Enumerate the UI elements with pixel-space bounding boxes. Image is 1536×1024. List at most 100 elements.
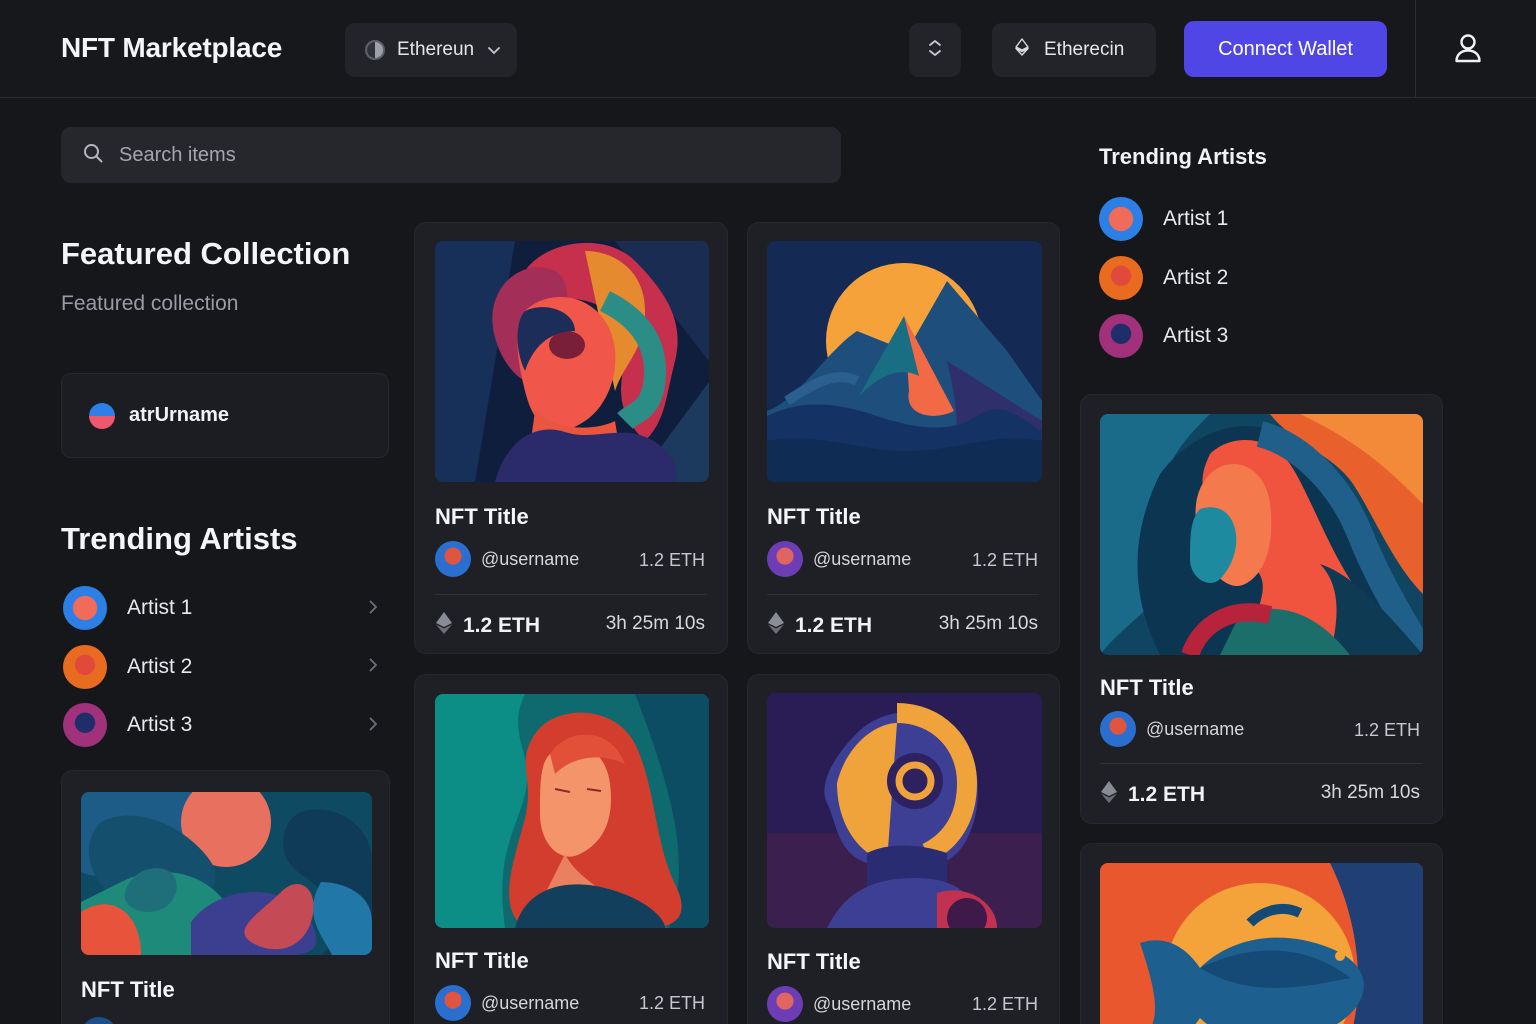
nft-owner[interactable]: @username xyxy=(435,541,579,577)
ethereum-icon xyxy=(435,611,463,641)
search-bar[interactable] xyxy=(61,127,841,183)
nft-current-price: 1.2 ETH xyxy=(971,994,1038,1014)
nft-artwork-robot xyxy=(767,693,1042,928)
avatar xyxy=(1100,711,1136,747)
nft-owner[interactable]: @username xyxy=(1100,711,1244,747)
featured-user-card[interactable]: atrUrname xyxy=(61,373,389,458)
avatar xyxy=(435,985,471,1021)
chevron-right-icon xyxy=(363,715,383,736)
avatar xyxy=(435,541,471,577)
artist-row-2[interactable]: Artist 2 xyxy=(63,638,383,697)
divider xyxy=(767,594,1039,595)
search-input[interactable] xyxy=(119,143,799,167)
artist-name: Artist 1 xyxy=(1163,207,1229,231)
bid-price-value: 1.2 ETH xyxy=(1128,783,1206,806)
nft-card[interactable]: NFT Title @username 1.2 ETH 1.2 ETH 3h 2… xyxy=(414,222,728,654)
nft-card[interactable]: NFT Title @username 1.2 ETH xyxy=(414,674,728,1024)
avatar xyxy=(63,586,107,631)
artist-row-2[interactable]: Artist 2 xyxy=(1099,249,1399,308)
divider xyxy=(1100,763,1422,764)
artist-row-3[interactable]: Artist 3 xyxy=(63,696,383,755)
nft-card[interactable]: NFT Title @username 1.2 ETH xyxy=(747,674,1060,1024)
artist-row-1[interactable]: Artist 1 xyxy=(63,579,383,638)
nft-title: NFT Title xyxy=(1100,675,1194,700)
owner-username: @username xyxy=(481,992,580,1013)
sort-arrows-icon xyxy=(928,39,942,62)
nft-title: NFT Title xyxy=(81,977,175,1002)
nft-artwork-mountain xyxy=(767,241,1042,482)
artist-name: Artist 2 xyxy=(127,654,193,678)
nft-artwork-fish xyxy=(1100,863,1423,1024)
nft-artwork-abstract xyxy=(81,792,372,955)
nft-title: NFT Title xyxy=(435,948,529,973)
nft-card[interactable]: NFT Title @username 1.2 ETH 1.2 ETH 3h 2… xyxy=(1080,394,1443,824)
network-select[interactable]: Ethereun xyxy=(345,23,517,77)
chevron-right-icon xyxy=(363,656,383,677)
divider xyxy=(435,594,707,595)
nft-artwork-redhead xyxy=(435,694,709,928)
owner-username: @username xyxy=(813,993,912,1014)
nft-owner[interactable]: @username xyxy=(435,985,579,1021)
avatar xyxy=(767,986,803,1022)
trending-artists-list: Artist 1 Artist 2 Artist 3 xyxy=(63,579,383,755)
avatar xyxy=(89,402,115,429)
nft-title: NFT Title xyxy=(435,504,529,529)
user-icon xyxy=(1454,33,1482,68)
ethereum-icon xyxy=(1014,38,1044,62)
featured-collection-title: Featured Collection xyxy=(61,236,351,271)
connect-wallet-button[interactable]: Connect Wallet xyxy=(1184,21,1387,77)
network-coin-icon xyxy=(365,40,385,60)
nft-card[interactable]: NFT Title @username 1.2 ETH 1.2 ETH 3h 2… xyxy=(747,222,1060,654)
nft-bid-price: 1.2 ETH xyxy=(767,611,872,641)
chevron-right-icon xyxy=(363,598,383,619)
search-icon xyxy=(83,143,103,168)
featured-collection-subtitle: Featured collection xyxy=(61,292,239,315)
artist-row-1[interactable]: Artist 1 xyxy=(1099,190,1399,249)
nft-current-price: 1.2 ETH xyxy=(638,550,705,570)
nft-card[interactable] xyxy=(1080,843,1443,1024)
nft-bid-price: 1.2 ETH xyxy=(435,611,540,641)
header-divider xyxy=(1415,0,1416,98)
ethereum-icon xyxy=(767,611,795,641)
avatar xyxy=(63,644,107,689)
owner-username: @username xyxy=(1146,718,1245,739)
chevron-down-icon xyxy=(488,43,501,58)
nft-title: NFT Title xyxy=(767,504,861,529)
trending-artists-sidebar-title: Trending Artists xyxy=(1099,144,1267,169)
avatar xyxy=(1099,255,1143,300)
bid-price-value: 1.2 ETH xyxy=(795,614,873,637)
featured-user-label: atrUrname xyxy=(129,404,230,426)
artist-row-3[interactable]: Artist 3 xyxy=(1099,307,1399,366)
top-bar: NFT Marketplace Ethereun Etherecin Conne… xyxy=(0,0,1536,98)
brand-title: NFT Marketplace xyxy=(61,32,283,63)
avatar xyxy=(1099,314,1143,359)
user-profile-button[interactable] xyxy=(1448,30,1488,70)
owner-username: @username xyxy=(813,548,912,569)
nft-current-price: 1.2 ETH xyxy=(1353,720,1420,740)
nft-card[interactable]: NFT Title xyxy=(61,770,390,1024)
auction-timer: 3h 25m 10s xyxy=(938,613,1038,634)
nft-current-price: 1.2 ETH xyxy=(638,993,705,1013)
bid-price-value: 1.2 ETH xyxy=(463,614,541,637)
eth-pill-label: Etherecin xyxy=(1044,39,1125,60)
nft-owner[interactable]: @username xyxy=(767,541,911,577)
nft-current-price: 1.2 ETH xyxy=(971,550,1038,570)
nft-bid-price: 1.2 ETH xyxy=(1100,780,1205,810)
owner-username: @username xyxy=(481,548,580,569)
trending-artists-sidebar-list: Artist 1 Artist 2 Artist 3 xyxy=(1099,190,1399,366)
artist-name: Artist 1 xyxy=(127,596,193,620)
trending-artists-title: Trending Artists xyxy=(61,521,298,556)
avatar xyxy=(767,541,803,577)
sort-toggle-button[interactable] xyxy=(909,23,961,77)
avatar xyxy=(1099,197,1143,242)
network-select-label: Ethereun xyxy=(397,39,475,60)
artist-name: Artist 3 xyxy=(1163,324,1229,348)
avatar xyxy=(63,703,107,748)
nft-title: NFT Title xyxy=(767,949,861,974)
nft-owner[interactable]: @username xyxy=(767,986,911,1022)
artist-name: Artist 3 xyxy=(127,713,193,737)
eth-network-pill[interactable]: Etherecin xyxy=(992,23,1156,77)
artist-name: Artist 2 xyxy=(1163,265,1229,289)
ethereum-icon xyxy=(1100,780,1128,810)
nft-artwork-profile xyxy=(1100,414,1423,655)
